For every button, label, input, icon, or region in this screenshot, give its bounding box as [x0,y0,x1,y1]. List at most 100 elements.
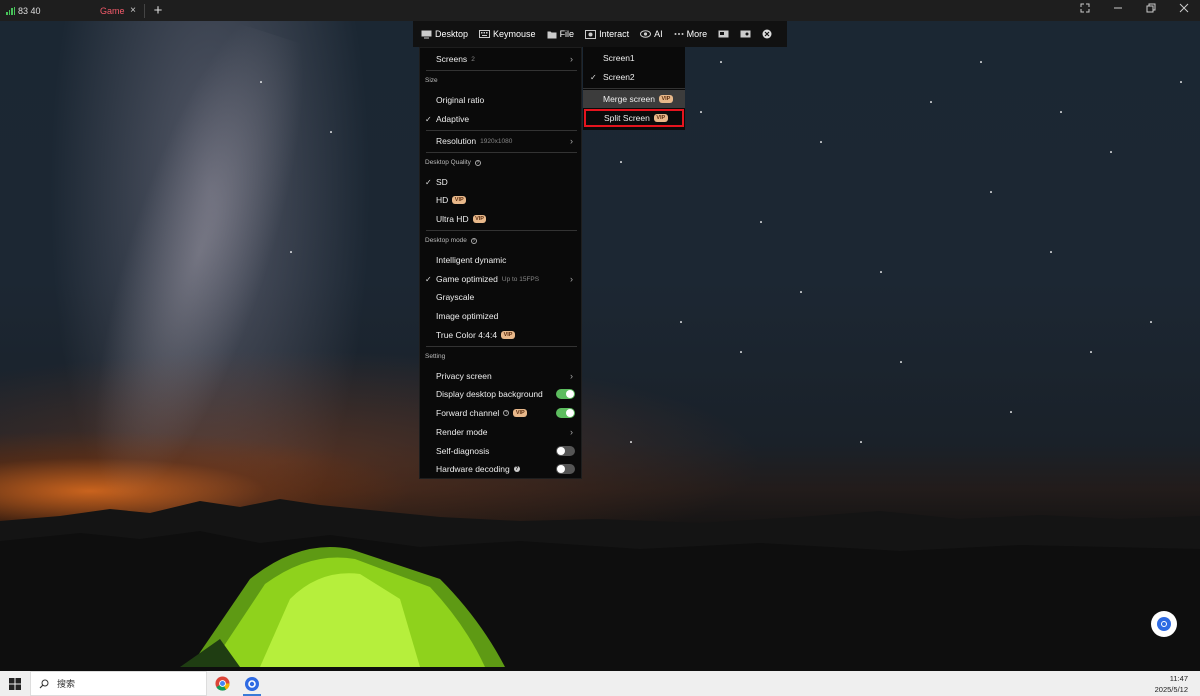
section-desktop-mode: Desktop mode ? [425,237,477,244]
check-icon: ✓ [425,274,432,284]
star [1180,81,1182,83]
forward-channel-label: Forward channel [436,408,500,418]
tab-close-icon[interactable]: × [130,5,136,16]
vip-badge: VIP [653,114,668,122]
hardware-decoding-toggle[interactable] [556,464,575,474]
screenshot-icon [718,30,729,38]
menu-item-resolution[interactable]: Resolution 1920x1080 › [420,132,581,150]
submenu-item-screen2[interactable]: ✓ Screen2 [583,68,685,86]
toolbar-keymouse[interactable]: Keymouse [479,29,536,39]
toolbar-desktop[interactable]: Desktop [421,29,468,39]
menu-item-intelligent-dynamic[interactable]: Intelligent dynamic [420,251,581,269]
star [680,321,682,323]
chevron-right-icon: › [570,274,573,284]
hardware-decoding-label: Hardware decoding [436,464,510,474]
vip-badge: VIP [501,331,515,339]
star [1010,411,1012,413]
menu-item-grayscale[interactable]: Grayscale [420,288,581,306]
help-icon[interactable]: ? [470,237,477,244]
toggle-knob [566,409,574,417]
screen2-label: Screen2 [603,72,635,82]
image-optimized-label: Image optimized [436,311,499,321]
disconnect-button[interactable] [762,29,772,39]
toolbar-file-label: File [559,29,575,39]
menu-item-image-optimized[interactable]: Image optimized [420,307,581,325]
record-button[interactable] [740,30,751,38]
help-icon[interactable]: ? [503,410,510,416]
section-size: Size [425,77,438,84]
close-window-icon[interactable] [1167,0,1200,21]
menu-item-original-ratio[interactable]: Original ratio [420,91,581,109]
submenu-item-screen1[interactable]: Screen1 [583,49,685,67]
menu-item-privacy-screen[interactable]: Privacy screen › [420,367,581,385]
resolution-value: 1920x1080 [480,137,513,145]
check-icon: ✓ [425,114,432,124]
self-diagnosis-toggle[interactable] [556,446,575,456]
menu-divider [426,130,577,131]
taskbar-search[interactable]: 搜索 [30,671,207,696]
toolbar-more[interactable]: More [674,29,708,39]
restore-icon[interactable] [1134,0,1167,21]
menu-item-ultra-hd[interactable]: Ultra HD VIP [420,210,581,228]
grayscale-label: Grayscale [436,292,475,302]
taskbar-clock[interactable]: 11:47 2025/5/12 [1155,673,1188,695]
add-tab-button[interactable]: + [149,1,167,21]
menu-item-true-color[interactable]: True Color 4:4:4 VIP [420,326,581,344]
menu-divider [426,70,577,71]
menu-item-self-diagnosis[interactable]: Self-diagnosis [420,442,581,460]
search-icon [39,679,49,688]
tab-device[interactable]: 83 40 [0,0,92,21]
star [990,191,992,193]
menu-item-render-mode[interactable]: Render mode › [420,423,581,441]
display-background-label: Display desktop background [436,389,543,399]
star [700,111,702,113]
menu-item-hd[interactable]: HD VIP [420,191,581,209]
screens-submenu: Screen1 ✓ Screen2 Merge screen VIP Split… [583,47,685,130]
star [760,221,762,223]
taskbar-remote-app[interactable] [237,671,267,696]
minimize-icon[interactable] [1101,0,1134,21]
menu-item-sd[interactable]: ✓ SD [420,173,581,191]
info-icon[interactable]: ? [513,466,520,472]
glowing-tent [180,547,505,667]
star [720,61,722,63]
assistant-float-button[interactable] [1151,611,1177,637]
check-icon: ✓ [425,177,432,187]
toolbar-more-label: More [686,29,708,39]
taskbar-chrome[interactable] [207,671,237,696]
original-ratio-label: Original ratio [436,95,485,105]
vip-badge: VIP [452,196,467,204]
fullscreen-icon[interactable] [1068,0,1101,21]
submenu-item-split-screen[interactable]: Split Screen VIP [584,109,684,127]
start-button[interactable] [0,671,30,696]
star [880,271,882,273]
chevron-right-icon: › [570,371,573,381]
tab-game[interactable]: Game × [92,0,140,21]
clock-time: 11:47 [1169,674,1188,683]
section-mode-label: Desktop mode [425,237,467,244]
display-background-toggle[interactable] [556,389,575,399]
screenshot-button[interactable] [718,30,729,38]
screens-count: 2 [471,55,475,63]
menu-item-hardware-decoding[interactable]: Hardware decoding ? [420,460,581,478]
help-icon[interactable]: ? [474,159,481,166]
close-circle-icon [762,29,772,39]
submenu-item-merge-screen[interactable]: Merge screen VIP [583,90,685,108]
menu-item-screens[interactable]: Screens 2 › [420,50,581,68]
menu-item-forward-channel[interactable]: Forward channel ? VIP [420,404,581,422]
clock-date: 2025/5/12 [1154,685,1188,694]
toolbar-file[interactable]: File [547,29,575,39]
toggle-knob [557,447,565,455]
screen1-label: Screen1 [603,53,635,63]
toolbar-ai[interactable]: AI [640,29,663,39]
monitor-icon [421,30,432,38]
menu-item-game-optimized[interactable]: ✓ Game optimized Up to 15FPS › [420,270,581,288]
toolbar-interact[interactable]: Interact [585,29,629,39]
menu-item-adaptive[interactable]: ✓ Adaptive [420,110,581,128]
menu-item-display-background[interactable]: Display desktop background [420,385,581,403]
star [860,441,862,443]
assistant-icon [1157,617,1171,631]
forward-channel-toggle[interactable] [556,408,575,418]
true-color-label: True Color 4:4:4 [436,330,498,340]
star [800,291,802,293]
